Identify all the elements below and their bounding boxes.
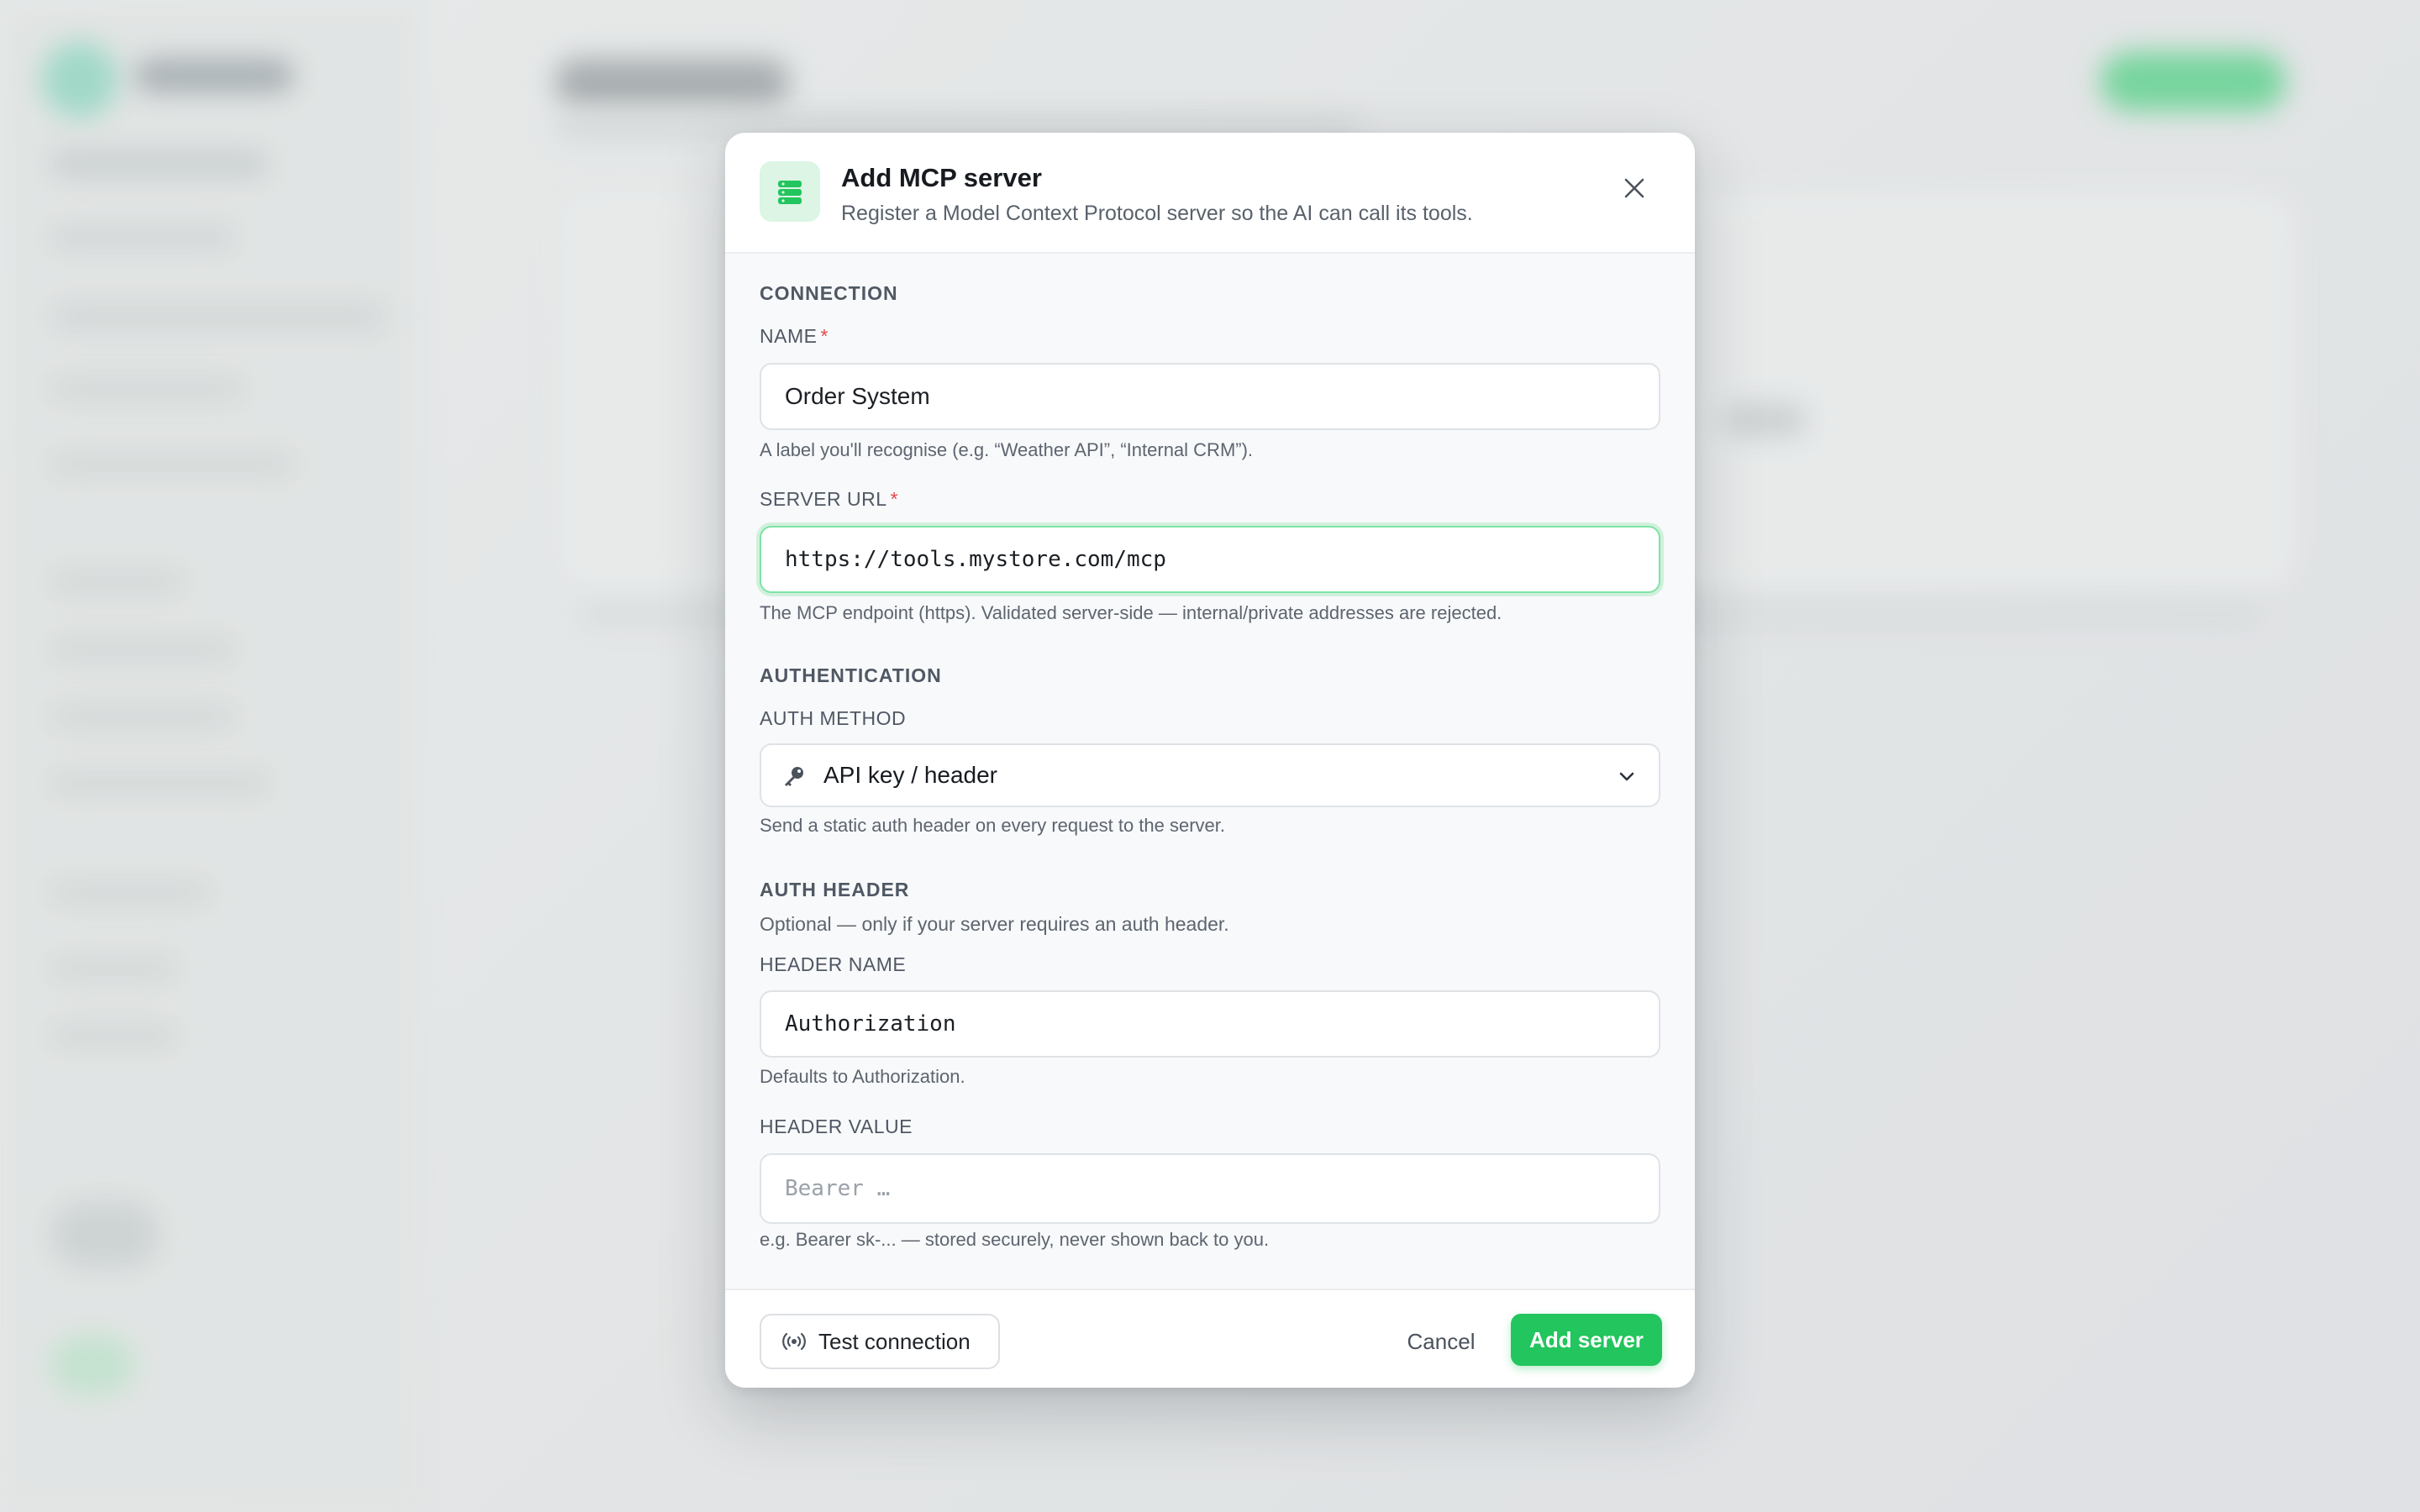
chevron-down-icon — [1619, 772, 1634, 781]
broadcast-icon — [782, 1332, 806, 1351]
server-stack-icon — [760, 161, 820, 222]
server-url-input[interactable] — [760, 526, 1660, 593]
close-button[interactable] — [1616, 170, 1653, 207]
auth-method-value: API key / header — [823, 762, 998, 788]
dialog-footer: Test connection Cancel Add server — [725, 1289, 1695, 1388]
required-marker: * — [820, 325, 829, 347]
add-server-button[interactable]: Add server — [1511, 1314, 1662, 1366]
name-input[interactable] — [760, 363, 1660, 430]
add-mcp-server-dialog: Add MCP server Register a Model Context … — [725, 133, 1695, 1388]
name-label: NAME * — [760, 325, 829, 347]
header-name-hint: Defaults to Authorization. — [760, 1066, 965, 1087]
dialog-title: Add MCP server — [841, 163, 1042, 192]
required-marker: * — [890, 488, 899, 510]
server-url-hint: The MCP endpoint (https). Validated serv… — [760, 602, 1502, 623]
section-connection-title: CONNECTION — [760, 282, 898, 304]
header-name-input[interactable] — [760, 990, 1660, 1058]
section-auth-header-title: AUTH HEADER — [760, 879, 910, 900]
cancel-button[interactable]: Cancel — [1389, 1314, 1493, 1369]
auth-header-description: Optional — only if your server requires … — [760, 913, 1229, 935]
name-hint: A label you'll recognise (e.g. “Weather … — [760, 439, 1254, 460]
test-connection-button[interactable]: Test connection — [760, 1314, 1000, 1369]
header-value-input[interactable] — [760, 1153, 1660, 1224]
key-icon — [785, 767, 803, 786]
dialog-subtitle: Register a Model Context Protocol server… — [841, 202, 1473, 225]
auth-method-label: AUTH METHOD — [760, 707, 907, 729]
close-icon — [1624, 178, 1644, 198]
header-value-label: HEADER VALUE — [760, 1116, 913, 1137]
header-name-label: HEADER NAME — [760, 953, 907, 975]
server-url-label: SERVER URL * — [760, 488, 899, 510]
auth-method-hint: Send a static auth header on every reque… — [760, 815, 1226, 836]
auth-method-select[interactable]: API key / header — [760, 743, 1660, 807]
test-connection-label: Test connection — [818, 1328, 971, 1354]
section-authentication-title: AUTHENTICATION — [760, 664, 942, 686]
dialog-header: Add MCP server Register a Model Context … — [725, 133, 1695, 254]
header-value-hint: e.g. Bearer sk-... — stored securely, ne… — [760, 1229, 1270, 1250]
